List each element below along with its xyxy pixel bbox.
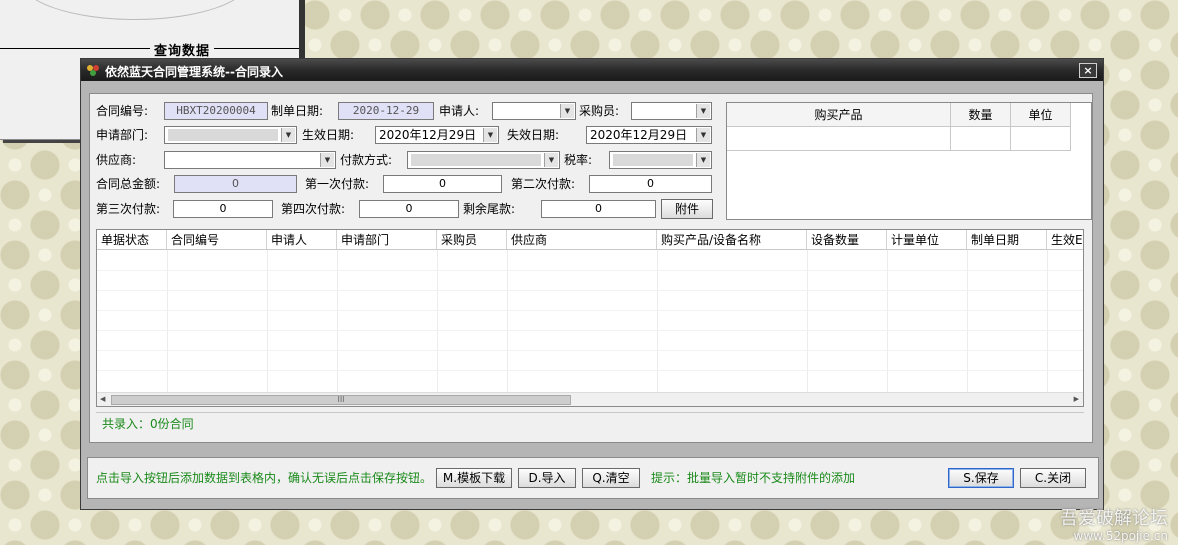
forum-watermark: 吾爱破解论坛 www.52pojie.cn bbox=[1060, 508, 1168, 544]
close-button[interactable]: C.关闭 bbox=[1020, 468, 1086, 488]
grid-row-line bbox=[97, 270, 1083, 271]
chevron-down-icon[interactable]: ▼ bbox=[320, 153, 334, 167]
expiry-date-picker[interactable]: 2020年12月29日 ▼ bbox=[586, 126, 712, 144]
grid-header-create-date[interactable]: 制单日期 bbox=[967, 230, 1047, 250]
product-table[interactable]: 购买产品 数量 单位 bbox=[726, 102, 1092, 220]
pay3-label: 第三次付款: bbox=[96, 202, 161, 216]
attachment-button[interactable]: 附件 bbox=[661, 199, 713, 219]
grid-header-effective[interactable]: 生效E bbox=[1047, 230, 1083, 250]
clear-button[interactable]: Q.清空 bbox=[582, 468, 640, 488]
unit-cell[interactable] bbox=[1011, 127, 1071, 151]
tax-rate-label: 税率: bbox=[564, 153, 593, 167]
payment-method-label: 付款方式: bbox=[340, 153, 393, 167]
supplier-label: 供应商: bbox=[96, 153, 137, 167]
import-hint-text: 点击导入按钮后添加数据到表格内，确认无误后点击保存按钮。 bbox=[96, 471, 433, 485]
product-cell[interactable] bbox=[727, 127, 951, 151]
chevron-down-icon[interactable]: ▼ bbox=[483, 128, 497, 142]
create-date-field[interactable]: 2020-12-29 bbox=[338, 102, 434, 120]
payment-method-disabled-area bbox=[411, 154, 541, 166]
pay3-field[interactable]: 0 bbox=[173, 200, 273, 218]
expiry-date-label: 失效日期: bbox=[507, 128, 560, 142]
contract-no-label: 合同编号: bbox=[96, 104, 149, 118]
template-download-button[interactable]: M.模板下载 bbox=[436, 468, 512, 488]
dept-label: 申请部门: bbox=[96, 128, 149, 142]
dept-combo-disabled-area bbox=[168, 129, 278, 141]
title-bar[interactable]: 依然蓝天合同管理系统--合同录入 × bbox=[81, 59, 1103, 81]
grid-header-purchaser[interactable]: 采购员 bbox=[437, 230, 507, 250]
scroll-right-icon[interactable]: ▶ bbox=[1074, 395, 1079, 403]
chevron-down-icon[interactable]: ▼ bbox=[696, 128, 710, 142]
balance-label: 剩余尾款: bbox=[463, 202, 516, 216]
grid-row-line bbox=[97, 290, 1083, 291]
balance-field[interactable]: 0 bbox=[541, 200, 656, 218]
purchaser-label: 采购员: bbox=[579, 104, 620, 118]
effective-date-label: 生效日期: bbox=[302, 128, 355, 142]
import-button[interactable]: D.导入 bbox=[518, 468, 576, 488]
dept-combo[interactable]: ▼ bbox=[164, 126, 297, 144]
grid-header-supplier[interactable]: 供应商 bbox=[507, 230, 657, 250]
effective-date-value: 2020年12月29日 bbox=[379, 128, 477, 142]
background-window-title: 查询数据 bbox=[150, 40, 215, 59]
batch-import-tip: 提示：批量导入暂时不支持附件的添加 bbox=[651, 471, 856, 485]
contract-form-panel: 合同编号: HBXT20200004 制单日期: 2020-12-29 申请人:… bbox=[89, 93, 1093, 443]
tax-rate-disabled-area bbox=[613, 154, 693, 166]
save-button[interactable]: S.保存 bbox=[948, 468, 1014, 488]
tax-rate-combo[interactable]: ▼ bbox=[609, 151, 712, 169]
scroll-left-icon[interactable]: ◀ bbox=[100, 395, 105, 403]
chevron-down-icon[interactable]: ▼ bbox=[281, 128, 295, 142]
grid-header-contract-no[interactable]: 合同编号 bbox=[167, 230, 267, 250]
pay1-field[interactable]: 0 bbox=[383, 175, 502, 193]
chevron-down-icon[interactable]: ▼ bbox=[696, 153, 710, 167]
close-icon[interactable]: × bbox=[1079, 63, 1097, 78]
pay2-label: 第二次付款: bbox=[511, 177, 576, 191]
grid-header-applicant[interactable]: 申请人 bbox=[267, 230, 337, 250]
chevron-down-icon[interactable]: ▼ bbox=[544, 153, 558, 167]
grid-row-line bbox=[97, 330, 1083, 331]
watermark-url: www.52pojie.cn bbox=[1073, 529, 1168, 543]
payment-method-combo[interactable]: ▼ bbox=[407, 151, 560, 169]
quantity-col-header[interactable]: 数量 bbox=[951, 103, 1011, 127]
expiry-date-value: 2020年12月29日 bbox=[590, 128, 688, 142]
scrollbar-thumb[interactable]: III bbox=[111, 395, 571, 405]
purchaser-combo[interactable]: ▼ bbox=[631, 102, 712, 120]
app-icon bbox=[87, 65, 99, 76]
window-title: 依然蓝天合同管理系统--合同录入 bbox=[105, 65, 283, 79]
contract-no-field[interactable]: HBXT20200004 bbox=[164, 102, 268, 120]
applicant-combo[interactable]: ▼ bbox=[492, 102, 576, 120]
grid-header-product[interactable]: 购买产品/设备名称 bbox=[657, 230, 807, 250]
pay4-label: 第四次付款: bbox=[281, 202, 346, 216]
bottom-toolbar: 点击导入按钮后添加数据到表格内，确认无误后点击保存按钮。 M.模板下载 D.导入… bbox=[87, 457, 1099, 499]
effective-date-picker[interactable]: 2020年12月29日 ▼ bbox=[375, 126, 499, 144]
pay2-field[interactable]: 0 bbox=[589, 175, 712, 193]
pay1-label: 第一次付款: bbox=[305, 177, 370, 191]
pay4-field[interactable]: 0 bbox=[359, 200, 459, 218]
watermark-title: 吾爱破解论坛 bbox=[1060, 508, 1168, 529]
grid-row-line bbox=[97, 350, 1083, 351]
create-date-label: 制单日期: bbox=[271, 104, 324, 118]
quantity-cell[interactable] bbox=[951, 127, 1011, 151]
grid-header-dept[interactable]: 申请部门 bbox=[337, 230, 437, 250]
unit-col-header[interactable]: 单位 bbox=[1011, 103, 1071, 127]
background-chart-curve bbox=[20, 0, 250, 20]
contract-entry-window: 依然蓝天合同管理系统--合同录入 × 合同编号: HBXT20200004 制单… bbox=[80, 58, 1104, 510]
grid-header-unit[interactable]: 计量单位 bbox=[887, 230, 967, 250]
grid-header-status[interactable]: 单据状态 bbox=[97, 230, 167, 250]
grid-horizontal-scrollbar[interactable]: ◀ III ▶ bbox=[97, 392, 1083, 406]
total-amount-label: 合同总金额: bbox=[96, 177, 161, 191]
contract-grid[interactable]: 单据状态 合同编号 申请人 申请部门 采购员 供应商 购买产品/设备名称 设备数… bbox=[96, 229, 1084, 407]
grid-header-quantity[interactable]: 设备数量 bbox=[807, 230, 887, 250]
grid-row-line bbox=[97, 370, 1083, 371]
product-col-header[interactable]: 购买产品 bbox=[727, 103, 951, 127]
chevron-down-icon[interactable]: ▼ bbox=[560, 104, 574, 118]
total-amount-field[interactable]: 0 bbox=[174, 175, 297, 193]
chevron-down-icon[interactable]: ▼ bbox=[696, 104, 710, 118]
record-count-status: 共录入：0份合同 bbox=[96, 412, 1084, 434]
supplier-combo[interactable]: ▼ bbox=[164, 151, 336, 169]
applicant-label: 申请人: bbox=[439, 104, 480, 118]
grid-row-line bbox=[97, 310, 1083, 311]
